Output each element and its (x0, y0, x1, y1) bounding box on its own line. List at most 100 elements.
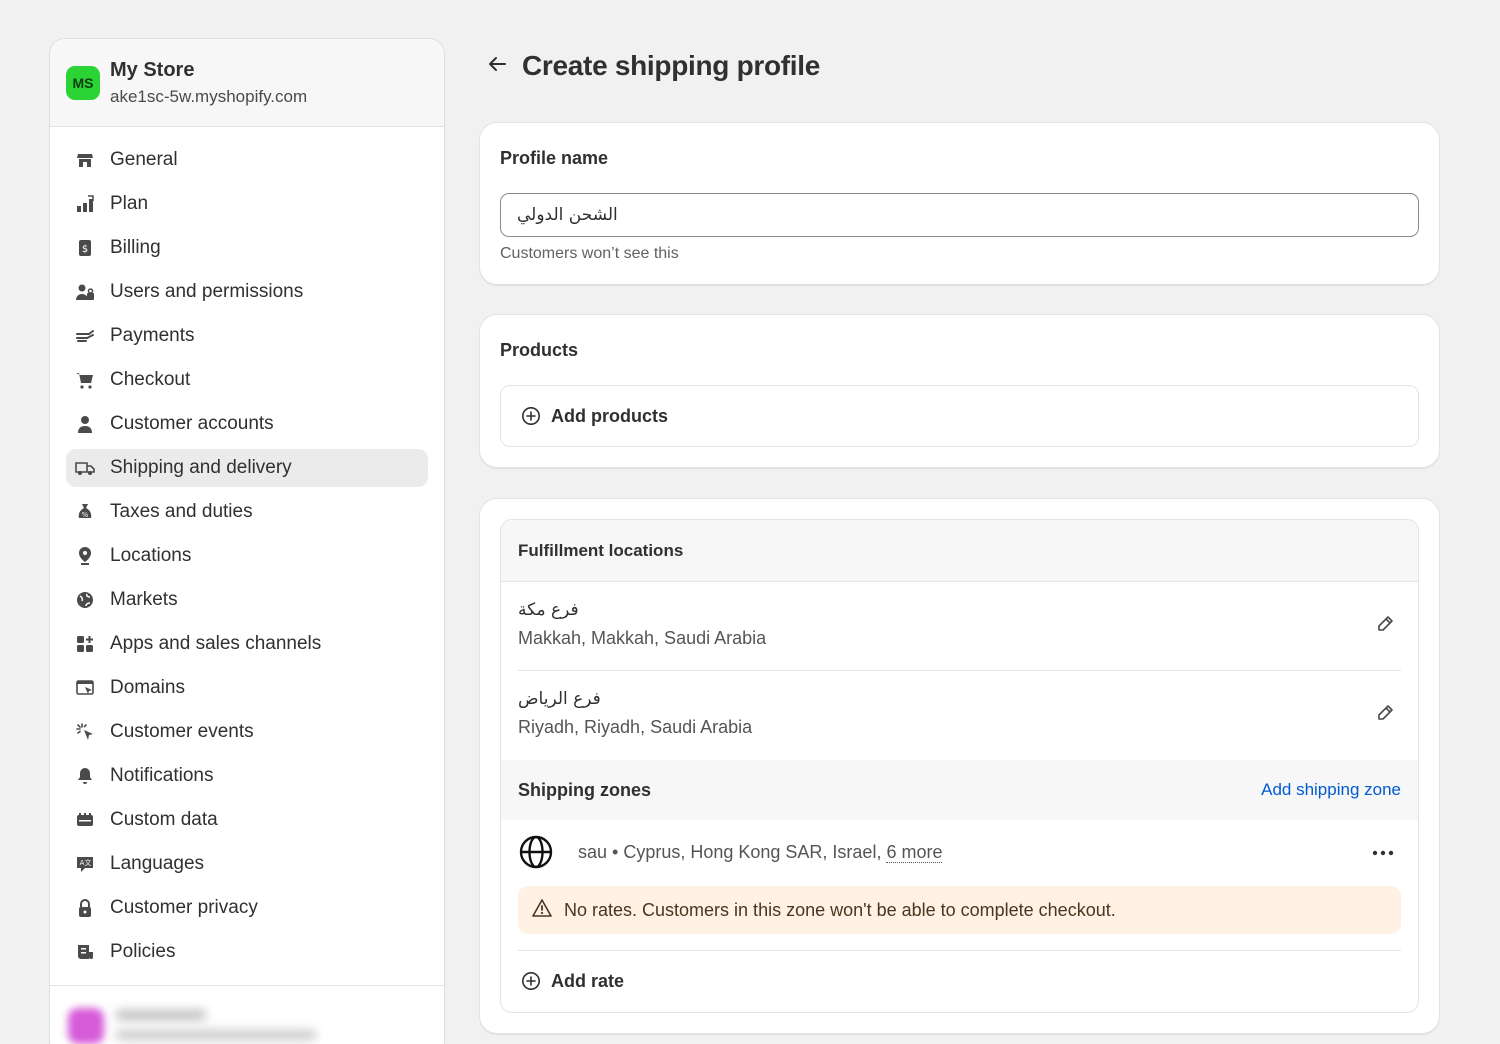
location-address: Riyadh, Riyadh, Saudi Arabia (518, 717, 753, 737)
sidebar-item-label: Markets (110, 589, 178, 610)
policies-icon (74, 941, 96, 963)
sidebar-item-label: Customer privacy (110, 897, 258, 918)
shipping-zones-header: Shipping zones Add shipping zone (501, 760, 1418, 820)
pencil-icon (1375, 703, 1395, 728)
arrow-left-icon (486, 53, 508, 80)
zone-countries: sau • Cyprus, Hong Kong SAR, Israel, (578, 841, 882, 862)
sidebar-item-label: General (110, 149, 178, 170)
plus-circle-icon (521, 406, 541, 426)
sidebar-item-customer-events[interactable]: Customer events (66, 713, 428, 751)
zone-more-link[interactable]: 6 more (886, 841, 943, 863)
sidebar-item-label: Notifications (110, 765, 214, 786)
sidebar-item-label: Domains (110, 677, 185, 698)
location-name: فرع مكة (518, 600, 579, 620)
sidebar-item-shipping[interactable]: Shipping and delivery (66, 449, 428, 487)
sidebar-item-customer-accounts[interactable]: Customer accounts (66, 405, 428, 443)
store-icon (74, 149, 96, 171)
page-title: Create shipping profile (522, 50, 821, 81)
fulfillment-panel: Fulfillment locations فرع مكة Makkah, Ma… (500, 519, 1419, 1013)
svg-text:文: 文 (85, 858, 92, 867)
custom-data-icon (74, 809, 96, 831)
more-horizontal-icon (1372, 843, 1394, 861)
sidebar-item-custom-data[interactable]: Custom data (66, 801, 428, 839)
sidebar-item-taxes[interactable]: % Taxes and duties (66, 493, 428, 531)
store-name: My Store (110, 59, 195, 81)
store-domain: ake1sc-5w.myshopify.com (110, 87, 308, 106)
sidebar-item-checkout[interactable]: Checkout (66, 361, 428, 399)
sidebar-account-footer[interactable] (50, 985, 444, 1044)
zone-summary: sau • Cyprus, Hong Kong SAR, Israel, 6 mo… (578, 841, 943, 863)
add-products-button[interactable]: Add products (500, 385, 1419, 447)
add-products-label: Add products (551, 405, 668, 426)
sidebar-item-languages[interactable]: A文 Languages (66, 845, 428, 883)
sidebar-item-billing[interactable]: $ Billing (66, 229, 428, 267)
sidebar-item-label: Checkout (110, 369, 191, 390)
sidebar-item-label: Payments (110, 325, 195, 346)
add-rate-label: Add rate (551, 970, 625, 991)
plan-icon (74, 193, 96, 215)
sidebar-item-users[interactable]: Users and permissions (66, 273, 428, 311)
store-header[interactable]: MS My Store ake1sc-5w.myshopify.com (50, 39, 444, 127)
users-icon (74, 281, 96, 303)
zone-actions-button[interactable] (1369, 840, 1397, 864)
no-rates-warning-banner: No rates. Customers in this zone won't b… (518, 886, 1401, 934)
shipping-zone-row: sau • Cyprus, Hong Kong SAR, Israel, 6 mo… (518, 820, 1401, 884)
cursor-click-icon (74, 721, 96, 743)
settings-sidebar: MS My Store ake1sc-5w.myshopify.com Gene… (49, 38, 445, 1044)
sidebar-item-notifications[interactable]: Notifications (66, 757, 428, 795)
domains-icon (74, 677, 96, 699)
sidebar-item-policies[interactable]: Policies (66, 933, 428, 971)
sidebar-item-apps[interactable]: Apps and sales channels (66, 625, 428, 663)
products-title: Products (500, 340, 579, 360)
tax-icon: % (74, 501, 96, 523)
location-icon (74, 545, 96, 567)
sidebar-item-plan[interactable]: Plan (66, 185, 428, 223)
profile-name-card: Profile name الشحن الدولي Customers won’… (479, 122, 1440, 285)
location-address: Makkah, Makkah, Saudi Arabia (518, 628, 767, 648)
truck-icon (74, 457, 96, 479)
plus-circle-icon (521, 971, 541, 991)
svg-text:$: $ (82, 244, 88, 255)
account-name-redacted (116, 1010, 206, 1020)
language-icon: A文 (74, 853, 96, 875)
account-email-redacted (116, 1030, 316, 1040)
edit-location-button[interactable] (1373, 703, 1397, 727)
products-card: Products Add products (479, 314, 1440, 468)
svg-text:%: % (82, 511, 89, 519)
payments-icon (74, 325, 96, 347)
sidebar-item-payments[interactable]: Payments (66, 317, 428, 355)
back-button[interactable] (484, 53, 510, 79)
location-row: فرع مكة Makkah, Makkah, Saudi Arabia (518, 582, 1401, 671)
sidebar-item-label: Custom data (110, 809, 218, 830)
billing-icon: $ (74, 237, 96, 259)
sidebar-item-label: Apps and sales channels (110, 633, 322, 654)
add-rate-button[interactable]: Add rate (501, 951, 1418, 1011)
sidebar-item-label: Locations (110, 545, 192, 566)
sidebar-item-customer-privacy[interactable]: Customer privacy (66, 889, 428, 927)
cart-icon (74, 369, 96, 391)
sidebar-item-markets[interactable]: Markets (66, 581, 428, 619)
warning-text: No rates. Customers in this zone won't b… (564, 899, 1116, 920)
profile-name-value: الشحن الدولي (517, 205, 618, 225)
sidebar-item-domains[interactable]: Domains (66, 669, 428, 707)
account-avatar (68, 1008, 104, 1044)
lock-icon (74, 897, 96, 919)
add-shipping-zone-link[interactable]: Add shipping zone (1261, 780, 1401, 800)
profile-name-help: Customers won’t see this (500, 245, 679, 262)
globe-icon (518, 834, 554, 870)
sidebar-item-label: Users and permissions (110, 281, 304, 302)
sidebar-item-label: Customer accounts (110, 413, 274, 434)
pencil-icon (1375, 614, 1395, 639)
sidebar-item-label: Billing (110, 237, 161, 258)
bell-icon (74, 765, 96, 787)
sidebar-item-label: Taxes and duties (110, 501, 253, 522)
edit-location-button[interactable] (1373, 614, 1397, 638)
apps-icon (74, 633, 96, 655)
sidebar-item-label: Languages (110, 853, 205, 874)
location-row: فرع الرياض Riyadh, Riyadh, Saudi Arabia (518, 671, 1401, 760)
sidebar-item-general[interactable]: General (66, 141, 428, 179)
settings-nav: General Plan $ Billing Users and permiss… (50, 127, 444, 971)
profile-name-input[interactable]: الشحن الدولي (500, 193, 1419, 237)
sidebar-item-locations[interactable]: Locations (66, 537, 428, 575)
shipping-zones-title: Shipping zones (518, 779, 651, 800)
